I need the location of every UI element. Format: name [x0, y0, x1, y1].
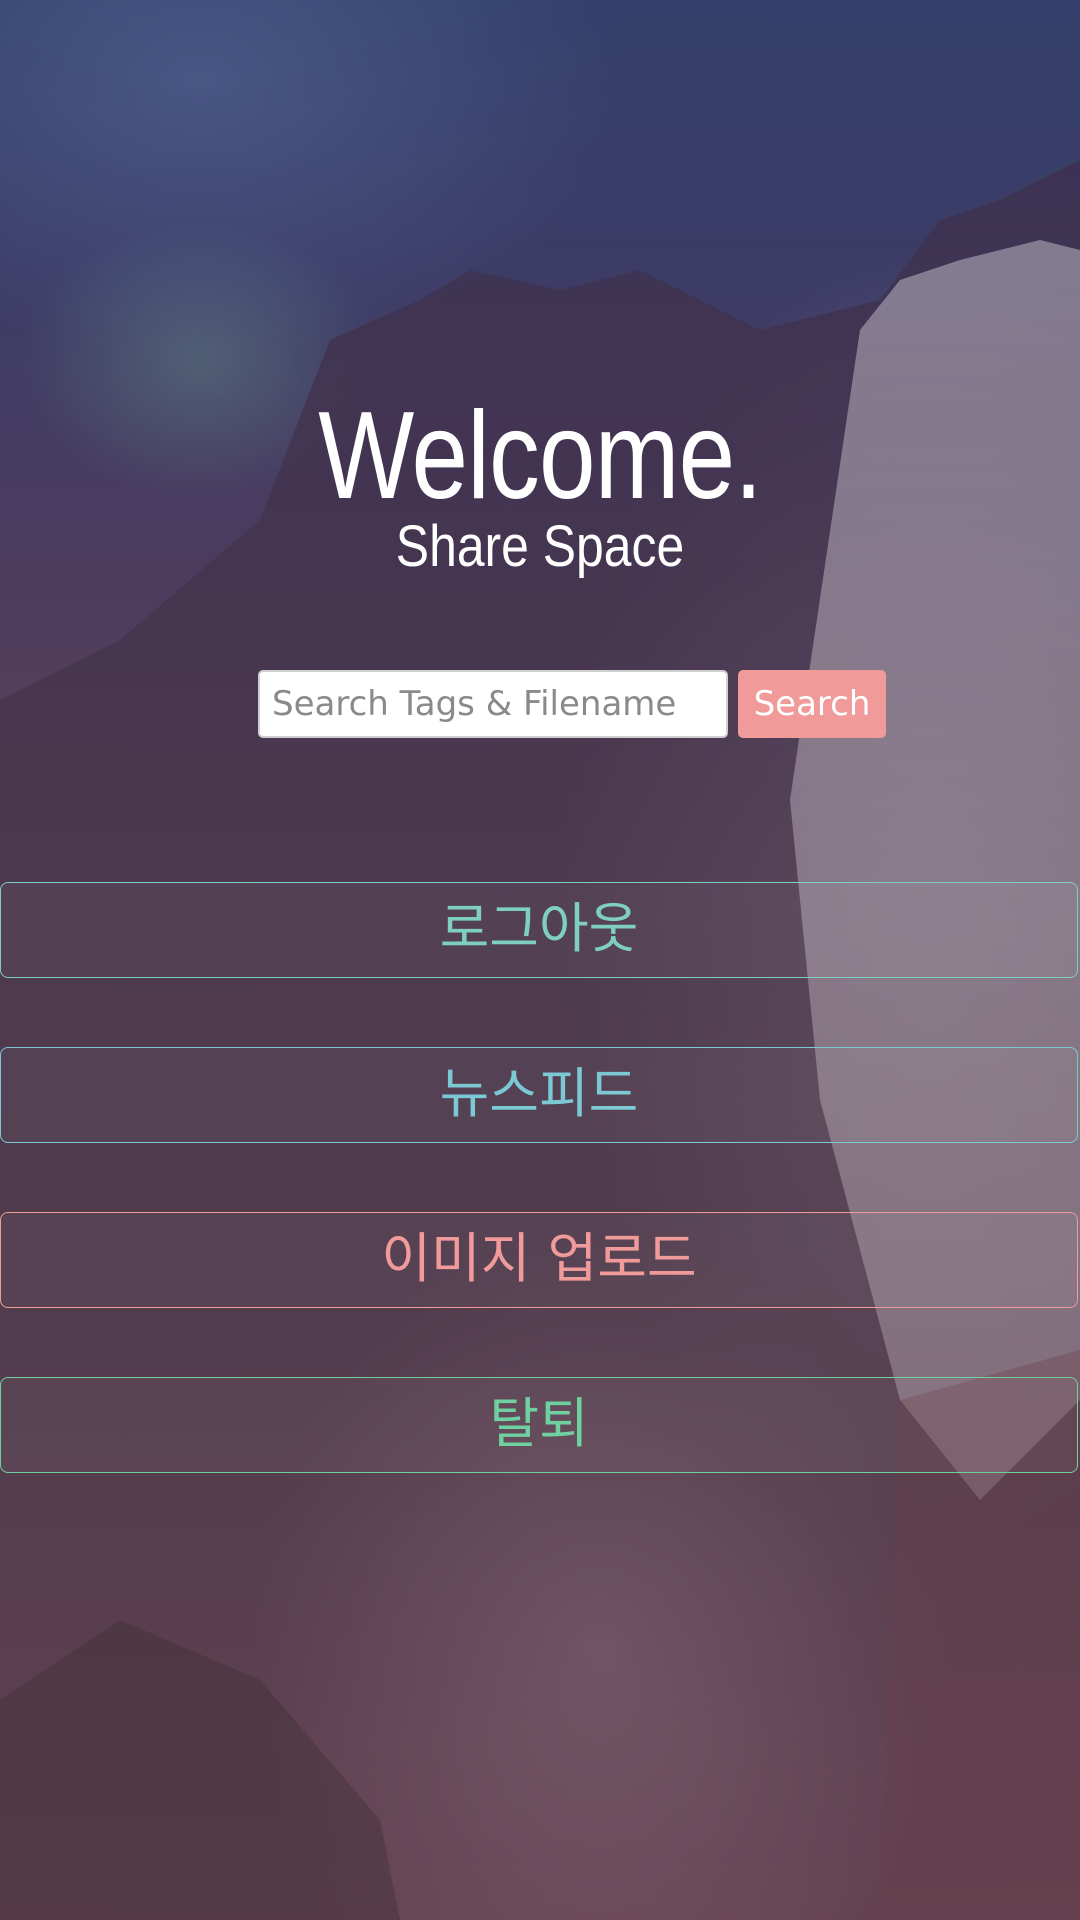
search-button[interactable]: Search: [738, 670, 886, 738]
withdraw-button[interactable]: 탈퇴: [0, 1377, 1078, 1473]
welcome-page: Welcome. Share Space Search 로그아웃 뉴스피드 이미…: [0, 0, 1080, 1920]
page-title: Welcome.: [318, 387, 762, 525]
page-subtitle: Share Space: [395, 514, 685, 579]
search-input[interactable]: [258, 670, 728, 738]
newsfeed-button[interactable]: 뉴스피드: [0, 1047, 1078, 1143]
image-upload-button[interactable]: 이미지 업로드: [0, 1212, 1078, 1308]
logout-button[interactable]: 로그아웃: [0, 882, 1078, 978]
search-bar: Search: [258, 670, 886, 738]
